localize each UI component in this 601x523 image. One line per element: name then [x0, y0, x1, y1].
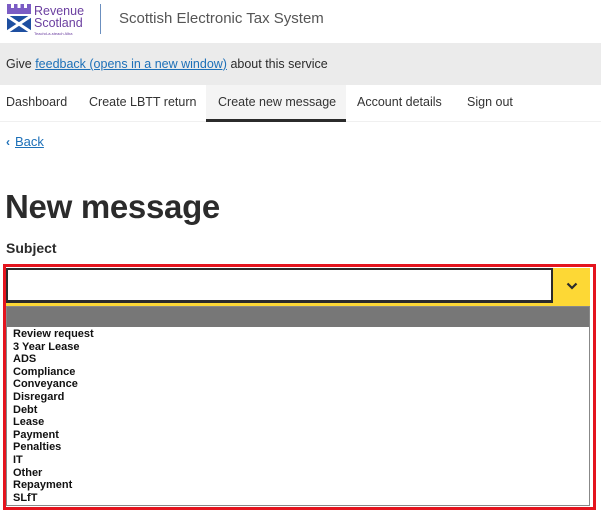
chevron-down-icon	[566, 282, 577, 290]
castle-saltire-icon	[6, 4, 32, 34]
dropdown-option[interactable]: Review request	[13, 328, 589, 341]
dropdown-option[interactable]: Conveyance	[13, 378, 589, 391]
service-title: Scottish Electronic Tax System	[119, 10, 324, 27]
feedback-prefix: Give	[6, 57, 36, 71]
site-header: Revenue Scotland Teachd-a-steach Alba Sc…	[0, 0, 601, 43]
feedback-link[interactable]: feedback (opens in a new window)	[35, 57, 227, 71]
nav-item-dashboard[interactable]: Dashboard	[6, 85, 67, 122]
back-link[interactable]: ‹ Back	[6, 134, 44, 149]
nav-item-sign-out[interactable]: Sign out	[467, 85, 513, 122]
dropdown-option[interactable]: ADS	[13, 353, 589, 366]
header-divider	[100, 4, 101, 34]
dropdown-option[interactable]: Disregard	[13, 391, 589, 404]
dropdown-option[interactable]: IT	[13, 454, 589, 467]
nav-item-account-details[interactable]: Account details	[357, 85, 442, 122]
dropdown-option[interactable]: Other	[13, 467, 589, 480]
dropdown-option[interactable]: 3 Year Lease	[13, 341, 589, 354]
nav-item-create-lbtt-return[interactable]: Create LBTT return	[89, 85, 196, 122]
subject-dropdown-list: Review request 3 Year Lease ADS Complian…	[6, 306, 590, 506]
subject-select[interactable]	[6, 268, 553, 303]
logo-tagline: Teachd-a-steach Alba	[34, 31, 73, 36]
dropdown-option[interactable]: Repayment	[13, 479, 589, 492]
subject-label: Subject	[6, 240, 57, 256]
dropdown-option[interactable]: Penalties	[13, 441, 589, 454]
dropdown-option[interactable]: Lease	[13, 416, 589, 429]
feedback-suffix: about this service	[226, 57, 328, 71]
chevron-left-icon: ‹	[6, 135, 10, 149]
dropdown-option[interactable]: Payment	[13, 429, 589, 442]
logo-text-line2: Scotland	[34, 16, 83, 30]
feedback-banner: Give feedback (opens in a new window) ab…	[0, 43, 601, 85]
subject-select-toggle[interactable]	[553, 268, 590, 303]
dropdown-option-empty-selected[interactable]	[7, 307, 589, 327]
dropdown-option[interactable]: Debt	[13, 404, 589, 417]
dropdown-option[interactable]: Compliance	[13, 366, 589, 379]
main-navigation: Dashboard Create LBTT return Create new …	[0, 85, 601, 122]
dropdown-option[interactable]: SLfT	[13, 492, 589, 505]
back-link-label: Back	[15, 134, 44, 149]
nav-item-create-new-message[interactable]: Create new message	[206, 85, 346, 122]
page-title: New message	[5, 188, 220, 225]
revenue-scotland-logo[interactable]: Revenue Scotland Teachd-a-steach Alba	[6, 4, 86, 36]
